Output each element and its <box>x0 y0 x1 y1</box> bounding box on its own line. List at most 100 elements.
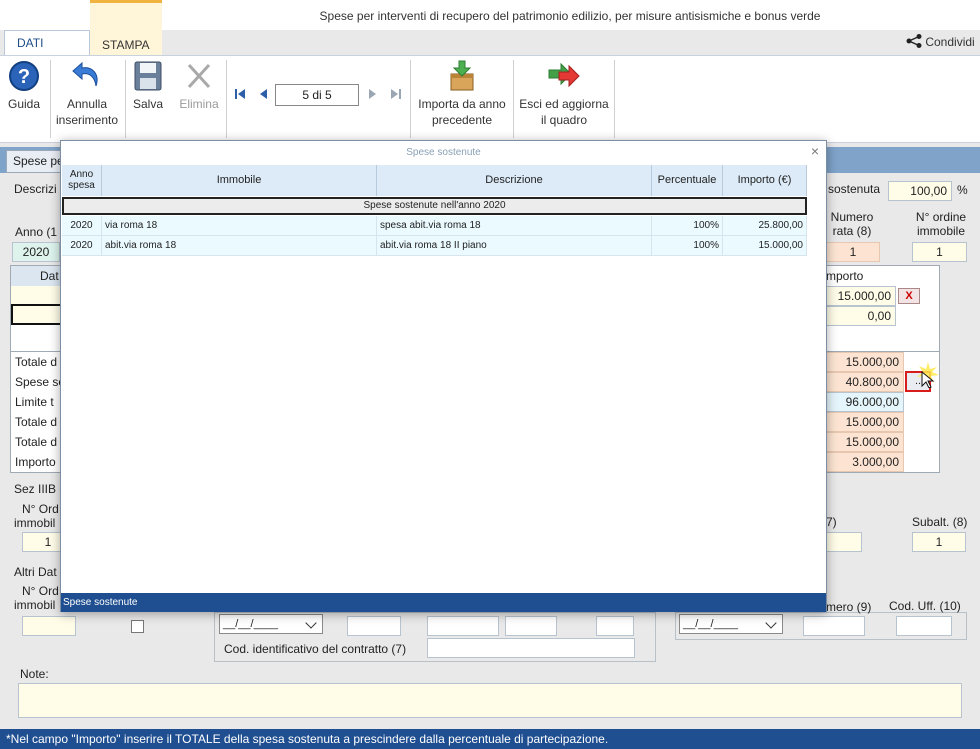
toolbar-divider <box>226 60 227 138</box>
esci-label-1: Esci ed aggiorna <box>519 97 609 111</box>
toolbar-divider <box>614 60 615 138</box>
salva-label: Salva <box>132 97 164 111</box>
tab-dati-spese[interactable]: DATI SPESE <box>4 30 90 74</box>
first-record-icon[interactable] <box>234 88 246 100</box>
spese-sostenute-label: Spese so <box>15 375 66 389</box>
delete-x-icon <box>187 63 211 89</box>
anno-label: Anno (1 <box>15 225 58 239</box>
totale-label-1: Totale d <box>15 355 58 369</box>
tab-spese[interactable]: Spese pe <box>6 150 66 173</box>
col-importo-header[interactable]: Importo (€) <box>723 165 807 196</box>
contratto-field-4[interactable] <box>596 616 634 636</box>
n-ordine-label-1: N° Ord <box>22 502 59 516</box>
cod-ufficio-field[interactable] <box>896 616 952 636</box>
totale-field-1: 15.000,00 <box>826 352 904 372</box>
table-cell[interactable]: 100% <box>652 216 723 236</box>
percentuale-field[interactable]: 100,00 <box>888 181 952 201</box>
contratto-field-3[interactable] <box>505 616 557 636</box>
contratto-field-2[interactable] <box>427 616 499 636</box>
importa-label-2: precedente <box>431 113 493 127</box>
contratto-label: Cod. identificativo del contratto (7) <box>224 642 407 656</box>
numero9-field[interactable] <box>803 616 865 636</box>
dat-header: Dat <box>40 269 59 283</box>
contratto-field-1[interactable] <box>347 616 401 636</box>
sostenuta-label: sostenuta <box>828 182 881 196</box>
app-title: Spese per interventi di recupero del pat… <box>319 9 821 23</box>
annulla-inserimento-button[interactable]: Annulla inserimento <box>53 60 121 128</box>
click-highlight-icon <box>917 362 939 388</box>
n-ordine2-field[interactable] <box>22 616 76 636</box>
table-cell[interactable]: 2020 <box>62 216 102 236</box>
guida-label: Guida <box>7 97 41 111</box>
table-cell[interactable]: 2020 <box>62 236 102 256</box>
tab-stampa[interactable]: STAMPA <box>90 0 162 56</box>
percent-sign: % <box>957 183 968 197</box>
salva-button[interactable]: Salva <box>130 60 166 112</box>
toolbar-divider <box>50 60 51 138</box>
numero-rata-label-1: Numero <box>830 210 874 224</box>
toolbar-divider <box>125 60 126 138</box>
col-descrizione-header[interactable]: Descrizione <box>377 165 652 196</box>
col-anno-label-1: Anno <box>69 169 94 180</box>
share-icon <box>906 34 922 48</box>
date-placeholder: __/__/____ <box>223 618 279 630</box>
svg-text:?: ? <box>18 66 30 88</box>
totale-label-2: Totale d <box>15 415 58 429</box>
n-ordine2-label-2: immobil <box>14 598 56 612</box>
altri-dati-label: Altri Dat <box>14 565 57 579</box>
undo-icon <box>72 61 98 87</box>
cod-ufficio-label: Cod. Uff. (10) <box>889 599 961 613</box>
col-anno-label-2: spesa <box>68 180 95 191</box>
row-importo-field-empty[interactable]: 0,00 <box>826 306 896 326</box>
close-icon[interactable]: × <box>807 143 823 159</box>
note-textarea[interactable] <box>18 683 962 718</box>
importa-anno-precedente-button[interactable]: Importa da anno precedente <box>414 60 510 128</box>
tab-stampa-label: STAMPA <box>102 38 150 52</box>
spese-sostenute-field: 40.800,00 <box>826 372 904 392</box>
row-importo-field[interactable]: 15.000,00 <box>826 286 896 306</box>
totale-label-3: Totale d <box>15 435 58 449</box>
col-immobile-header[interactable]: Immobile <box>102 165 377 196</box>
anno-field[interactable]: 2020 <box>12 242 60 262</box>
numero-rata-label-2: rata (8) <box>832 224 872 238</box>
col-anno-header[interactable]: Anno spesa <box>62 165 102 196</box>
help-icon: ? <box>9 61 39 91</box>
group-row[interactable]: Spese sostenute nell'anno 2020 <box>62 197 807 215</box>
note-label: Note: <box>20 667 49 681</box>
guida-button[interactable]: ? Guida <box>5 60 43 112</box>
subalterno-label: Subalt. (8) <box>912 515 968 529</box>
contratto-codice-field[interactable] <box>427 638 635 658</box>
next-record-icon[interactable] <box>368 88 378 100</box>
limite-label: Limite t <box>15 395 54 409</box>
elimina-label: Elimina <box>179 97 219 111</box>
prev-record-icon[interactable] <box>258 88 268 100</box>
table-cell[interactable]: 25.800,00 <box>723 216 807 236</box>
checkbox[interactable] <box>131 620 144 633</box>
col-percentuale-header[interactable]: Percentuale <box>652 165 723 196</box>
table-cell[interactable]: 100% <box>652 236 723 256</box>
toolbar-divider <box>410 60 411 138</box>
table-cell[interactable]: 15.000,00 <box>723 236 807 256</box>
importo-header: mporto <box>826 269 864 283</box>
table-cell[interactable]: via roma 18 <box>102 216 377 236</box>
esci-aggiorna-button[interactable]: Esci ed aggiorna il quadro <box>518 60 610 128</box>
table-cell[interactable]: abit.via roma 18 <box>102 236 377 256</box>
col7-field[interactable] <box>826 532 862 552</box>
footer-note: *Nel campo "Importo" inserire il TOTALE … <box>0 729 980 749</box>
save-icon <box>134 61 162 91</box>
spese-sostenute-dialog: Spese sostenute × Anno spesa Immobile De… <box>60 140 827 612</box>
table-cell[interactable]: spesa abit.via roma 18 <box>377 216 652 236</box>
delete-row-button[interactable]: X <box>898 288 920 304</box>
record-position-field[interactable]: 5 di 5 <box>275 84 359 106</box>
numero-rata-field[interactable]: 1 <box>826 242 880 262</box>
dialog-title: Spese sostenute <box>406 147 481 158</box>
date-placeholder-2: __/__/____ <box>683 618 739 630</box>
table-cell[interactable]: abit.via roma 18 II piano <box>377 236 652 256</box>
ordine-immobile-field[interactable]: 1 <box>912 242 967 262</box>
last-record-icon[interactable] <box>390 88 402 100</box>
n-ordine-label-2: immobil <box>14 516 56 530</box>
subalterno-field[interactable]: 1 <box>912 532 966 552</box>
share-button[interactable]: Condividi <box>906 34 975 49</box>
spese-grid: Anno spesa Immobile Descrizione Percentu… <box>62 165 808 257</box>
elimina-button[interactable]: Elimina <box>176 60 222 112</box>
